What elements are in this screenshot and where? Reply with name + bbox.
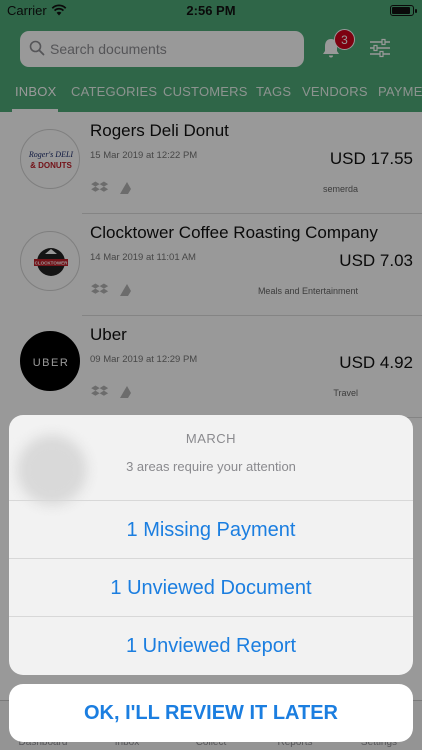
- review-later-button[interactable]: OK, I'LL REVIEW IT LATER: [9, 684, 413, 742]
- action-sheet-title: MARCH: [185, 431, 237, 446]
- action-sheet: MARCH 3 areas require your attention 1 M…: [9, 415, 413, 675]
- action-sheet-message: 3 areas require your attention: [126, 459, 296, 474]
- unviewed-document-button[interactable]: 1 Unviewed Document: [9, 558, 413, 616]
- unviewed-report-button[interactable]: 1 Unviewed Report: [9, 616, 413, 674]
- missing-payment-button[interactable]: 1 Missing Payment: [9, 500, 413, 558]
